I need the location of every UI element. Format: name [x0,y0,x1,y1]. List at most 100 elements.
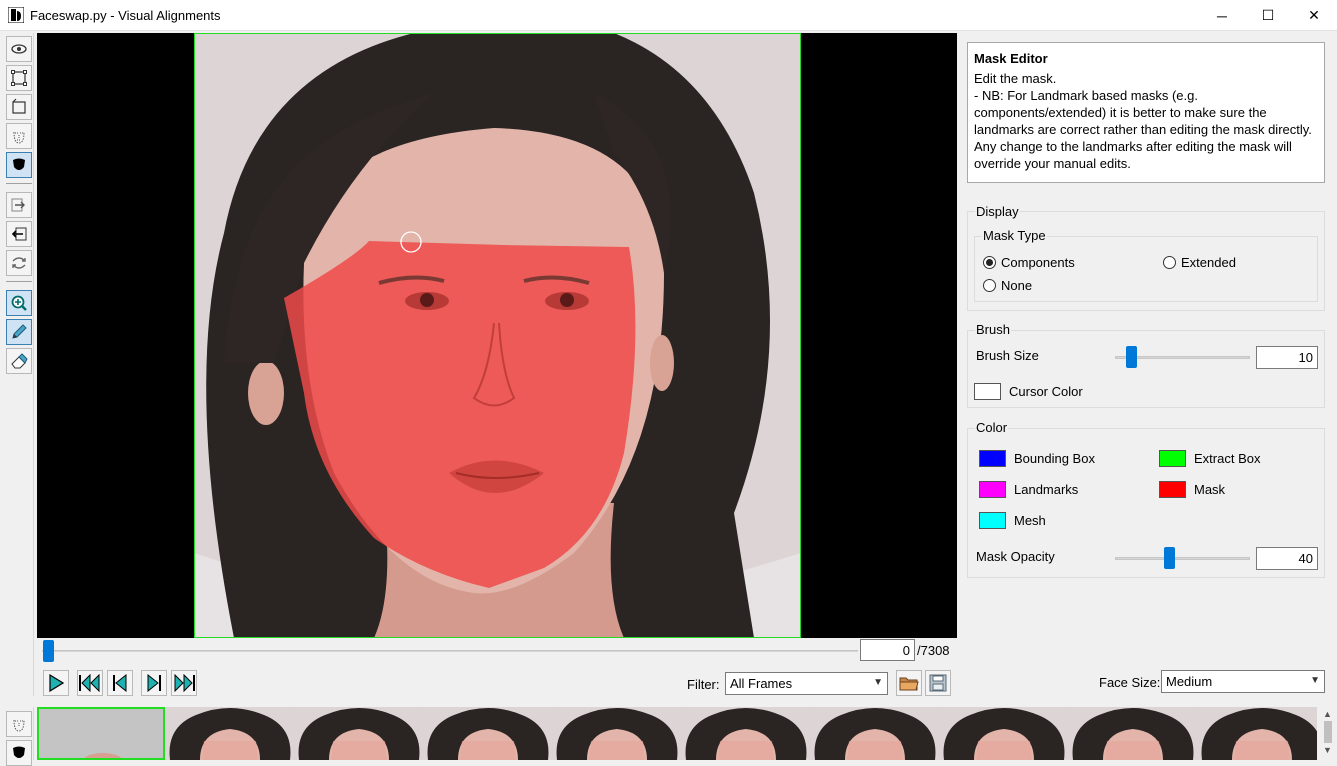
brush-size-label: Brush Size [976,348,1039,363]
mask-opacity-label: Mask Opacity [976,549,1055,564]
zoom-icon [11,295,27,311]
help-panel: Mask Editor Edit the mask. - NB: For Lan… [967,42,1325,183]
cursor-color-swatch[interactable] [974,383,1001,400]
first-frame-button[interactable] [77,670,103,696]
face-thumbnail[interactable] [1069,707,1197,760]
face-thumbnail[interactable] [940,707,1068,760]
copy-next-button[interactable] [6,221,32,247]
bounding-box-tool-button[interactable] [6,65,32,91]
display-group-label: Display [975,204,1020,219]
brush-size-input[interactable]: 10 [1256,346,1318,369]
play-button[interactable] [43,670,69,696]
face-size-select[interactable]: Medium ▼ [1161,670,1325,693]
face-thumbnail[interactable] [682,707,810,760]
mask-icon [13,158,25,170]
cursor-color-label: Cursor Color [1009,384,1083,399]
mesh-color-swatch[interactable] [979,512,1006,529]
face-thumbnail[interactable] [424,707,552,760]
toolbar-separator [6,281,32,282]
revert-icon [12,257,26,269]
extract-box-color-swatch[interactable] [1159,450,1186,467]
last-frame-button[interactable] [171,670,197,696]
landmarks-color-swatch[interactable] [979,481,1006,498]
components-radio-label[interactable]: Components [1001,255,1075,270]
scroll-up-arrow-icon[interactable]: ▲ [1323,709,1332,719]
color-group-label: Color [975,420,1009,435]
face-size-label: Face Size: [1099,675,1161,690]
filmstrip-scrollbar[interactable]: ▲ ▼ [1319,707,1337,760]
filmstrip-mask-button[interactable] [6,740,32,766]
toolbar-separator [6,183,32,184]
filmstrip-landmarks-button[interactable] [6,711,32,737]
frame-total-label: /7308 [917,643,950,658]
components-radio[interactable] [983,256,996,269]
face-size-select-value: Medium [1166,674,1213,689]
open-alignments-button[interactable] [896,670,922,696]
mask-tool-button[interactable] [6,152,32,178]
maximize-button[interactable]: ☐ [1245,0,1291,31]
filter-select-value: All Frames [730,676,793,691]
copy-prev-icon [11,198,25,212]
view-tool-button[interactable] [6,36,32,62]
close-button[interactable]: ✕ [1291,0,1337,31]
save-icon [929,674,947,692]
filter-label: Filter: [687,677,720,692]
erase-tool-button[interactable] [6,348,32,374]
window-title: Faceswap.py - Visual Alignments [30,8,221,23]
extract-box-color-label: Extract Box [1194,451,1261,466]
next-frame-button[interactable] [141,670,167,696]
extended-radio[interactable] [1163,256,1176,269]
bounding-box-icon [11,70,27,86]
face-filmstrip[interactable] [37,707,1317,760]
face-thumbnail[interactable] [37,707,165,760]
face-thumbnail[interactable] [553,707,681,760]
editor-toolbar [4,33,34,696]
prev-frame-button[interactable] [107,670,133,696]
face-thumbnail[interactable] [811,707,939,760]
view-icon [11,44,27,54]
chevron-down-icon: ▼ [1310,675,1320,686]
zoom-tool-button[interactable] [6,290,32,316]
landmarks-icon [13,719,25,732]
mask-type-label: Mask Type [982,228,1047,243]
landmarks-tool-button[interactable] [6,123,32,149]
erase-icon [11,353,28,369]
revert-button[interactable] [6,250,32,276]
frame-slider-track[interactable] [42,650,858,652]
mask-opacity-slider-thumb[interactable] [1164,547,1175,569]
none-radio[interactable] [983,279,996,292]
frame-canvas[interactable] [37,33,957,638]
face-thumbnail[interactable] [166,707,294,760]
step-back-icon [113,674,127,692]
mesh-color-label: Mesh [1014,513,1046,528]
brush-group-label: Brush [975,322,1011,337]
extract-box-tool-button[interactable] [6,94,32,120]
copy-prev-button[interactable] [6,192,32,218]
extended-radio-label[interactable]: Extended [1181,255,1236,270]
scroll-down-arrow-icon[interactable]: ▼ [1323,745,1332,755]
mask-icon [13,746,25,758]
mask-color-swatch[interactable] [1159,481,1186,498]
draw-tool-button[interactable] [6,319,32,345]
face-thumbnail[interactable] [295,707,423,760]
none-radio-label[interactable]: None [1001,278,1032,293]
chevron-down-icon: ▼ [873,677,883,688]
step-forward-icon [147,674,161,692]
video-frame [194,33,801,638]
minimize-button[interactable]: ─ [1199,0,1245,31]
bounding-box-color-swatch[interactable] [979,450,1006,467]
brush-size-slider-thumb[interactable] [1126,346,1137,368]
scrollbar-thumb[interactable] [1324,721,1332,743]
mask-opacity-input[interactable]: 40 [1256,547,1318,570]
frame-slider-thumb[interactable] [43,640,54,662]
help-subtitle: Edit the mask. [974,71,1057,86]
extract-box-icon [12,98,26,114]
save-button[interactable] [925,670,951,696]
face-thumbnail[interactable] [1198,707,1317,760]
landmarks-icon [13,131,25,144]
copy-next-icon [11,227,27,241]
frame-number-input[interactable]: 0 [860,639,915,661]
mask-opacity-slider-track[interactable] [1115,557,1250,560]
mask-color-label: Mask [1194,482,1226,497]
filter-select[interactable]: All Frames ▼ [725,672,888,695]
